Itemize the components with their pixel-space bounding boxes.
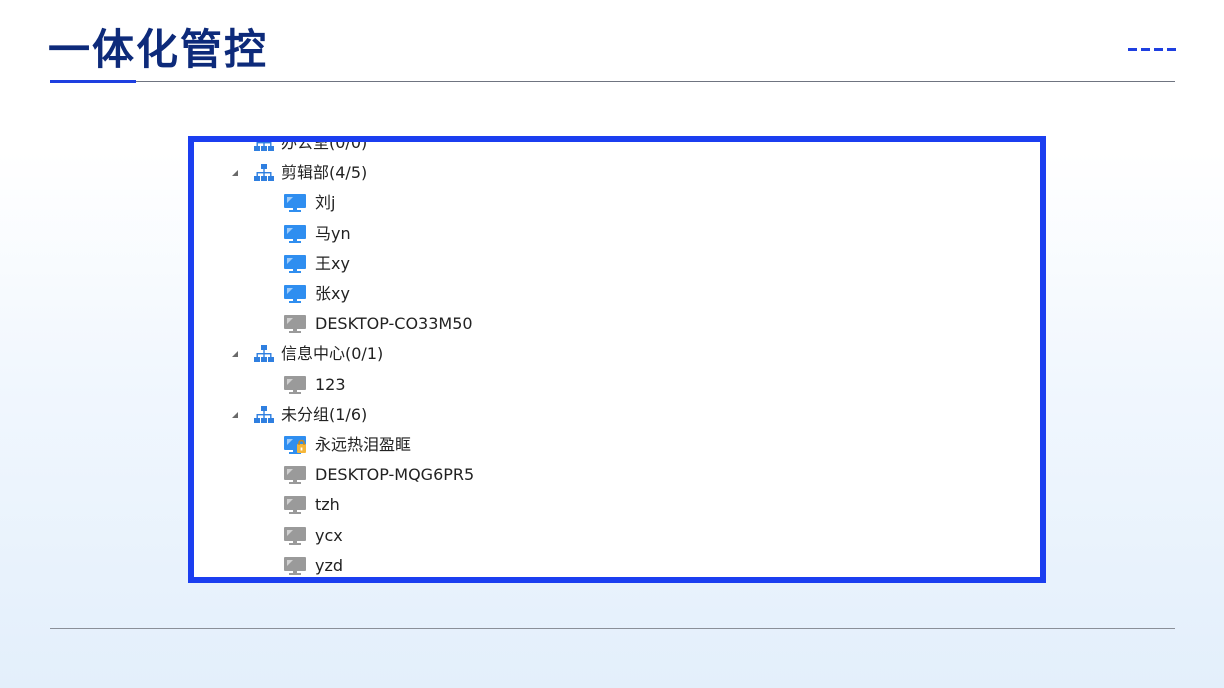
tree-device-node[interactable]: 123	[194, 370, 1040, 400]
expand-triangle-icon[interactable]	[232, 411, 238, 418]
monitor-icon	[284, 285, 306, 304]
device-tree: 办公室(0/0) 剪辑部(4/5) 刘j 马yn 王xy 张xy DESKTOP-CO33M…	[194, 136, 1040, 577]
tree-device-node[interactable]: 马yn	[194, 219, 1040, 249]
monitor-icon	[284, 526, 306, 545]
tree-device-node[interactable]: 王xy	[194, 249, 1040, 279]
tree-device-node[interactable]: ycx	[194, 520, 1040, 550]
monitor-icon	[284, 224, 306, 243]
device-tree-screenshot: 办公室(0/0) 剪辑部(4/5) 刘j 马yn 王xy 张xy DESKTOP-CO33M…	[188, 136, 1046, 583]
tree-node-label: 办公室(0/0)	[281, 136, 368, 153]
slide-title: 一体化管控	[48, 25, 269, 74]
tree-group-node[interactable]: 未分组(1/6)	[194, 400, 1040, 430]
tree-node-label: 永远热泪盈眶	[315, 434, 412, 454]
dash-decoration	[1128, 48, 1176, 51]
tree-device-node[interactable]: 永远热泪盈眶	[194, 430, 1040, 460]
expand-triangle-icon[interactable]	[232, 351, 238, 358]
tree-node-label: tzh	[315, 495, 340, 515]
tree-node-label: 未分组(1/6)	[281, 404, 368, 424]
monitor-icon	[284, 375, 306, 394]
tree-device-node[interactable]: 刘j	[194, 188, 1040, 218]
monitor-icon	[284, 194, 306, 213]
tree-node-label: ycx	[315, 525, 343, 545]
tree-group-node[interactable]: 办公室(0/0)	[194, 136, 1040, 158]
org-tree-icon	[254, 164, 274, 182]
tree-device-node[interactable]: DESKTOP-MQG6PR5	[194, 460, 1040, 490]
tree-node-label: DESKTOP-MQG6PR5	[315, 465, 475, 485]
tree-node-label: yzd	[315, 555, 344, 575]
bottom-divider	[50, 628, 1175, 629]
tree-group-node[interactable]: 剪辑部(4/5)	[194, 158, 1040, 188]
monitor-icon	[284, 254, 306, 273]
tree-node-label: 张xy	[315, 284, 350, 304]
tree-device-node[interactable]: DESKTOP-CO33M50	[194, 309, 1040, 339]
tree-node-label: DESKTOP-CO33M50	[315, 314, 473, 334]
tree-node-label: 123	[315, 374, 346, 394]
tree-group-node[interactable]: 信息中心(0/1)	[194, 339, 1040, 369]
tree-node-label: 王xy	[315, 253, 350, 273]
title-accent-underline	[50, 80, 136, 83]
org-tree-icon	[254, 405, 274, 423]
tree-node-label: 剪辑部(4/5)	[281, 163, 368, 183]
monitor-lock-icon	[284, 435, 306, 454]
monitor-icon	[284, 496, 306, 515]
tree-node-label: 马yn	[315, 223, 351, 243]
tree-node-label: 信息中心(0/1)	[281, 344, 384, 364]
tree-device-node[interactable]: 张xy	[194, 279, 1040, 309]
monitor-icon	[284, 466, 306, 485]
org-tree-icon	[254, 345, 274, 363]
tree-device-node[interactable]: tzh	[194, 490, 1040, 520]
expand-triangle-icon[interactable]	[232, 170, 238, 177]
title-divider	[50, 81, 1175, 82]
tree-node-label: 刘j	[315, 193, 336, 213]
org-tree-icon	[254, 142, 274, 152]
monitor-icon	[284, 315, 306, 334]
monitor-icon	[284, 556, 306, 575]
tree-device-node[interactable]: yzd	[194, 551, 1040, 577]
